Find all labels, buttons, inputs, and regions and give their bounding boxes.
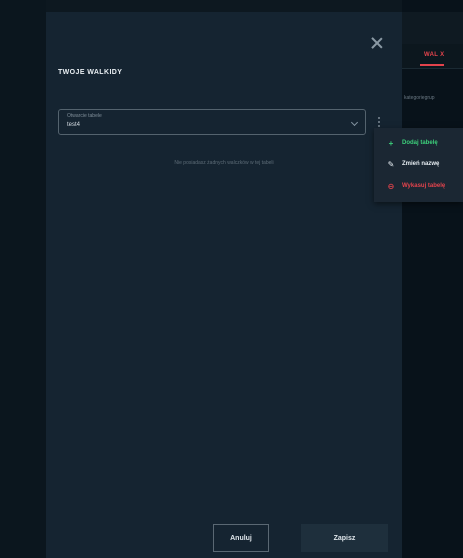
chevron-down-icon	[350, 118, 359, 127]
background-text: kategoriegrup	[404, 95, 435, 101]
save-button[interactable]: Zapisz	[301, 524, 388, 552]
menu-item-rename[interactable]: ✎ Zmień nazwę	[374, 153, 463, 175]
pencil-icon: ✎	[387, 159, 395, 169]
table-select-value: test4	[67, 122, 81, 128]
background-left-panel	[0, 0, 46, 558]
menu-item-label: Wykasuj tabelę	[402, 183, 446, 189]
menu-item-add-table[interactable]: + Dodaj tabelę	[374, 132, 463, 154]
tables-modal: TWOJE WALKIDY Otwarcie tabele test4 Nie …	[46, 12, 402, 558]
plus-icon: +	[388, 138, 394, 148]
table-select-label: Otwarcie tabele	[67, 113, 102, 119]
remove-circle-icon: ⊖	[387, 181, 395, 191]
menu-item-delete-table[interactable]: ⊖ Wykasuj tabelę	[374, 175, 463, 197]
table-select[interactable]: Otwarcie tabele test4	[58, 109, 366, 135]
background-tab[interactable]: WAL X	[424, 52, 444, 58]
close-icon[interactable]	[370, 36, 384, 50]
table-options-menu: + Dodaj tabelę ✎ Zmień nazwę ⊖ Wykasuj t…	[374, 128, 463, 202]
background-right-panel	[402, 0, 463, 558]
cancel-button[interactable]: Anuluj	[213, 524, 269, 552]
background-header	[402, 12, 463, 44]
menu-item-label: Zmień nazwę	[402, 161, 440, 167]
empty-state-message: Nie posiadasz żadnych walczków w tej tab…	[174, 160, 274, 166]
modal-title: TWOJE WALKIDY	[58, 69, 123, 76]
background-tab-indicator	[420, 64, 444, 66]
menu-item-label: Dodaj tabelę	[402, 140, 438, 146]
